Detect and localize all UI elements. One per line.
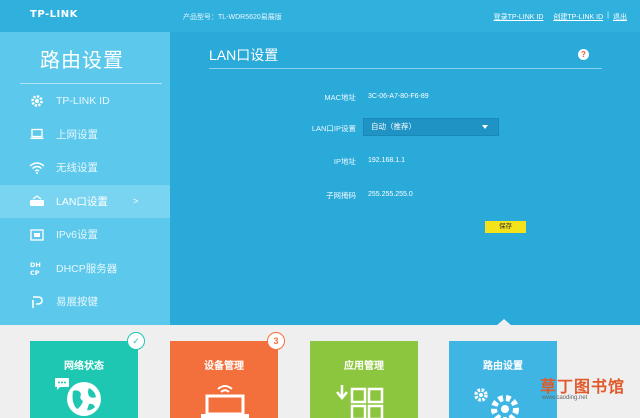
link-separator: [547, 12, 549, 22]
wifi-icon: [28, 161, 46, 175]
save-button[interactable]: 保存: [485, 221, 526, 233]
top-bar: TP-LINK 产品型号：TL-WDR5620易展版 登录TP-LINK ID …: [0, 0, 640, 32]
mask-value: 255.255.255.0: [368, 191, 413, 198]
device-count-badge: 3: [267, 332, 285, 350]
lan-settings-panel: LAN口设置 ? MAC地址 3C-06-A7-80-F6-89 LAN口IP设…: [170, 32, 640, 325]
mac-label: MAC地址: [324, 93, 356, 102]
router-icon: [28, 194, 46, 208]
tile-network-status[interactable]: 网络状态 ✓: [30, 332, 145, 418]
svg-text:CP: CP: [30, 269, 40, 276]
exit-link[interactable]: 退出: [613, 12, 627, 22]
ip-row: IP地址 192.168.1.1: [170, 152, 640, 172]
mask-row: 子网掩码 255.255.255.0: [170, 186, 640, 206]
sidebar-item-label: IPv6设置: [56, 229, 99, 242]
ip-mode-value: 自动（推荐）: [371, 122, 416, 131]
mac-row: MAC地址 3C-06-A7-80-F6-89: [170, 88, 640, 108]
sidebar-item-label: LAN口设置: [56, 195, 108, 208]
sidebar-item-label: 易展按键: [56, 296, 98, 309]
sidebar-item-internet[interactable]: 上网设置: [0, 118, 170, 152]
gears-icon: [474, 388, 519, 418]
panel-divider: [209, 68, 602, 69]
sidebar-item-label: 无线设置: [56, 162, 98, 175]
mask-label: 子网掩码: [326, 191, 356, 200]
sidebar-item-dhcp[interactable]: DH CP DHCP服务器: [0, 252, 170, 286]
dhcp-icon: DH CP: [28, 261, 46, 276]
sidebar-item-wireless[interactable]: 无线设置: [0, 151, 170, 185]
gear-icon: [28, 94, 46, 108]
globe-icon: [67, 382, 101, 416]
sidebar-item-ipv6[interactable]: IPv6设置: [0, 218, 170, 252]
apps-grid-icon: [336, 385, 384, 418]
ipv6-icon: [28, 228, 46, 242]
chevron-right-icon: >: [133, 196, 139, 207]
watermark-text: 草丁图书馆: [540, 379, 626, 396]
chat-bubble-icon: [55, 378, 69, 390]
create-id-link[interactable]: 创建TP-LINK ID: [553, 12, 603, 22]
ip-mode-row: LAN口IP设置 自动（推荐）: [170, 118, 640, 138]
page-title: LAN口设置: [209, 47, 279, 63]
link-separator: |: [607, 12, 609, 19]
watermark-url: www.caoding.net: [542, 395, 588, 401]
sidebar-item-label: 上网设置: [56, 128, 98, 141]
help-icon[interactable]: ?: [578, 49, 589, 60]
sidebar-item-label: DHCP服务器: [56, 262, 118, 275]
tp-link-logo: TP-LINK: [30, 9, 78, 20]
sidebar-item-lan[interactable]: LAN口设置 >: [0, 184, 170, 218]
sidebar: 路由设置 TP-LINK ID 上网设置 无线设置 LAN口设置 > IPv6设…: [0, 32, 170, 325]
product-model: 产品型号：TL-WDR5620易展版: [183, 14, 282, 21]
ip-mode-label: LAN口IP设置: [311, 124, 356, 133]
tile-label: 网络状态: [64, 361, 104, 372]
sidebar-nav: TP-LINK ID 上网设置 无线设置 LAN口设置 > IPv6设置 DH …: [0, 84, 170, 319]
laptop-icon: [28, 127, 46, 141]
mac-value: 3C-06-A7-80-F6-89: [368, 93, 429, 100]
login-link[interactable]: 登录TP-LINK ID: [494, 12, 544, 22]
tile-label: 设备管理: [204, 361, 244, 372]
svg-text:DH: DH: [30, 261, 41, 269]
tile-device-management[interactable]: 设备管理 3: [170, 332, 285, 418]
tile-app-management[interactable]: 应用管理: [310, 341, 418, 418]
tile-label: 应用管理: [344, 361, 384, 372]
account-links: 登录TP-LINK ID 创建TP-LINK ID | 退出: [494, 12, 627, 22]
dropdown-arrow-icon: [482, 125, 488, 129]
sidebar-title: 路由设置: [40, 50, 124, 72]
check-badge-icon: ✓: [127, 332, 145, 350]
sidebar-item-tp-link-id[interactable]: TP-LINK ID: [0, 84, 170, 118]
expand-key-icon: [28, 295, 46, 309]
sidebar-item-label: TP-LINK ID: [56, 94, 110, 107]
laptop-icon: [201, 385, 249, 418]
watermark: 草丁图书馆 www.caoding.net: [540, 365, 640, 418]
ip-mode-select[interactable]: 自动（推荐）: [363, 118, 499, 136]
ip-value: 192.168.1.1: [368, 157, 405, 164]
ip-label: IP地址: [333, 157, 356, 166]
sidebar-item-easy-expand[interactable]: 易展按键: [0, 285, 170, 319]
